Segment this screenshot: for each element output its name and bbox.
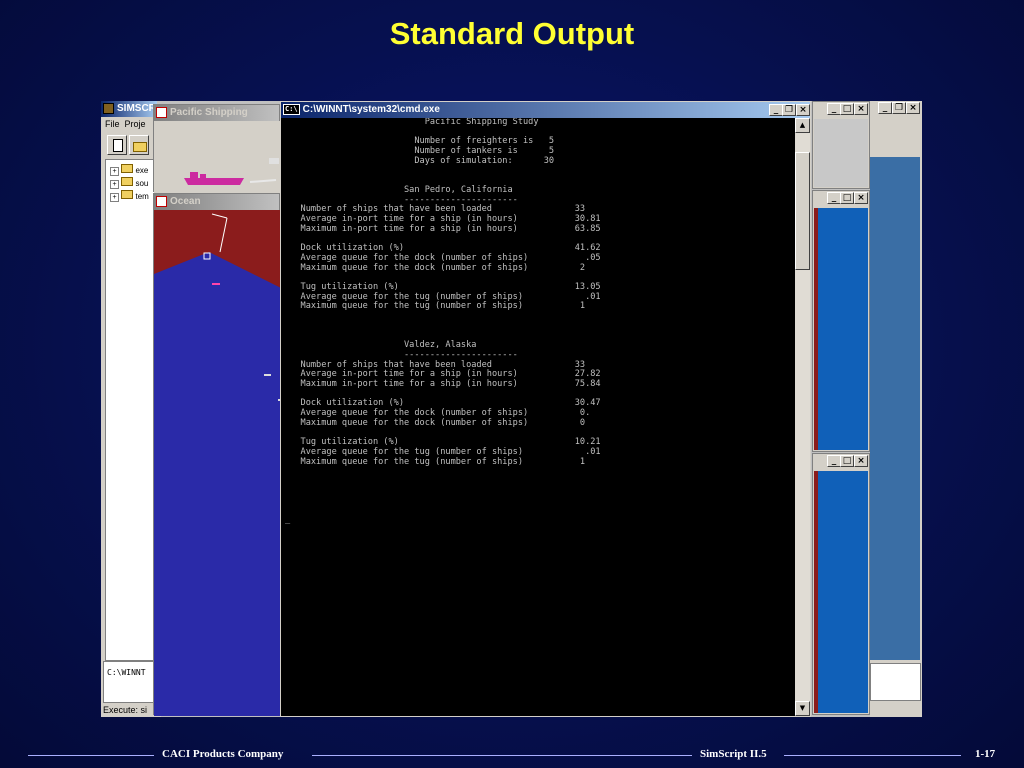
expand-icon[interactable]: + (110, 180, 119, 189)
simscript-titlebar[interactable]: SIMSCR (101, 101, 157, 117)
slide-title: Standard Output (389, 16, 635, 51)
cmd-titlebar[interactable]: C:\ C:\WINNT\system32\cmd.exe _ ❐ × (281, 102, 810, 118)
minimize-button[interactable]: _ (827, 192, 841, 204)
footer-rule-middle (312, 755, 692, 756)
simscript-window[interactable]: SIMSCR File Proje + exe + sou + tem C:\W… (101, 101, 167, 717)
console-line: Maximum queue for the tug (number of shi… (285, 456, 586, 467)
folder-icon (121, 190, 134, 199)
page-number: 1-17 (975, 748, 996, 760)
console-line: _ (285, 514, 291, 525)
far-right-console (870, 663, 921, 701)
tree-item-tem[interactable]: + tem (110, 190, 149, 202)
new-file-icon (113, 139, 123, 152)
pacific-shipping-window[interactable]: Pacific Shipping (153, 104, 281, 193)
tree-item-label: sou (135, 179, 149, 188)
footer-product: SimScript II.5 (700, 748, 767, 760)
simscript-menubar: File Proje (105, 119, 146, 129)
open-folder-button[interactable] (129, 135, 149, 155)
open-folder-icon (133, 142, 147, 152)
cmd-icon: C:\ (283, 103, 300, 115)
maximize-button[interactable]: □ (840, 192, 854, 204)
console-line: Maximum queue for the dock (number of sh… (285, 417, 586, 428)
far-right-window[interactable]: _ ❐ × (870, 101, 922, 717)
console-prompt: C:\WINNT (107, 668, 146, 677)
footer-rule-left (28, 755, 154, 756)
ocean-map (154, 210, 281, 716)
scroll-thumb[interactable] (795, 152, 810, 270)
right-top-canvas (814, 119, 868, 187)
expand-icon[interactable]: + (110, 193, 119, 202)
scroll-down-button[interactable]: ▼ (795, 701, 810, 716)
minimize-button[interactable]: _ (827, 103, 841, 115)
folder-icon (121, 177, 134, 186)
menu-file[interactable]: File (105, 119, 120, 129)
expand-icon[interactable]: + (110, 167, 119, 176)
close-button[interactable]: × (906, 102, 920, 114)
simscript-title: SIMSCR (117, 103, 156, 114)
simscript-statusbar: Execute: si (101, 704, 161, 717)
far-right-canvas (870, 157, 920, 660)
minimize-button[interactable]: _ (827, 455, 841, 467)
new-file-button[interactable] (107, 135, 127, 155)
vertical-scrollbar[interactable]: ▲ ▼ (795, 118, 810, 716)
minimize-button[interactable]: _ (769, 104, 783, 116)
restore-button[interactable]: ❐ (782, 104, 796, 116)
right-top-window[interactable]: _ □ × (812, 101, 870, 189)
console-line: Maximum in-port time for a ship (in hour… (285, 378, 601, 389)
ocean-window[interactable]: Ocean (153, 193, 281, 716)
close-button[interactable]: × (854, 192, 868, 204)
tree-item-sou[interactable]: + sou (110, 177, 148, 189)
footer-rule-right (784, 755, 961, 756)
console-line: Maximum queue for the dock (number of sh… (285, 262, 586, 273)
console-line: Maximum queue for the tug (number of shi… (285, 301, 586, 312)
footer-company: CACI Products Company (162, 748, 284, 760)
right-middle-window[interactable]: _ □ × (812, 190, 870, 452)
folder-icon (121, 164, 134, 173)
pacific-shipping-titlebar[interactable]: Pacific Shipping (154, 105, 279, 121)
simscript-app-icon (103, 102, 114, 114)
status-text: Execute: si (103, 705, 148, 715)
tree-item-label: tem (135, 192, 149, 201)
restore-button[interactable]: ❐ (892, 102, 906, 114)
ocean-title: Ocean (170, 196, 201, 207)
tree-item-label: exe (135, 166, 149, 175)
close-button[interactable]: × (796, 104, 810, 116)
scroll-up-button[interactable]: ▲ (795, 118, 810, 133)
maximize-button[interactable]: □ (840, 455, 854, 467)
console-line: Days of simulation: 30 (285, 155, 555, 166)
console-line: Maximum in-port time for a ship (in hour… (285, 223, 601, 234)
ocean-app-icon (156, 195, 167, 207)
screenshot: SIMSCR File Proje + exe + sou + tem C:\W… (101, 101, 922, 717)
tree-item-exe[interactable]: + exe (110, 164, 148, 176)
right-middle-canvas (814, 208, 868, 450)
maximize-button[interactable]: □ (840, 103, 854, 115)
close-button[interactable]: × (854, 455, 868, 467)
pacific-shipping-title: Pacific Shipping (170, 107, 248, 118)
shipping-animation (154, 121, 281, 193)
pacific-shipping-app-icon (156, 106, 167, 118)
console-output[interactable]: Pacific Shipping Study Number of freight… (285, 118, 794, 716)
cmd-title: C:\WINNT\system32\cmd.exe (302, 104, 440, 115)
right-bottom-window[interactable]: _ □ × (812, 453, 870, 715)
console-line: Pacific Shipping Study (285, 118, 539, 127)
close-button[interactable]: × (854, 103, 868, 115)
cmd-window[interactable]: C:\ C:\WINNT\system32\cmd.exe _ ❐ × Pacif… (280, 101, 811, 717)
minimize-button[interactable]: _ (878, 102, 892, 114)
menu-project[interactable]: Proje (125, 119, 146, 129)
ocean-titlebar[interactable]: Ocean (154, 194, 279, 210)
right-bottom-canvas (814, 471, 868, 713)
